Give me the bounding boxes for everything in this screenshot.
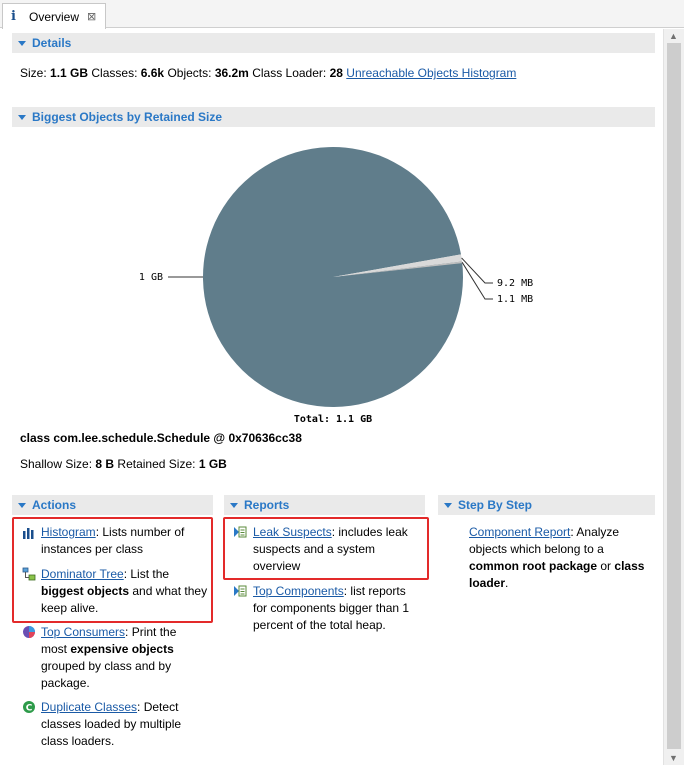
top-consumers-action: Top Consumers: Print the most expensive … <box>41 624 203 692</box>
scrollbar-thumb[interactable] <box>667 43 681 749</box>
size-value: 1.1 GB <box>50 66 88 80</box>
loader-value: 28 <box>330 66 343 80</box>
collapse-triangle-icon <box>18 115 26 120</box>
tab-bar: i Overview ⊠ <box>0 0 684 28</box>
objects-label: Objects: <box>167 66 211 80</box>
actions-header[interactable]: Actions <box>12 495 213 515</box>
vertical-scrollbar[interactable]: ▲ ▼ <box>663 29 684 765</box>
reports-title: Reports <box>244 498 289 512</box>
info-icon: i <box>11 9 23 24</box>
top-components-link[interactable]: Top Components <box>253 584 344 598</box>
shallow-label: Shallow Size: <box>20 457 92 471</box>
report-icon <box>233 584 247 598</box>
component-end: . <box>505 576 508 590</box>
classes-label: Classes: <box>91 66 137 80</box>
object-sizes: Shallow Size: 8 B Retained Size: 1 GB <box>20 457 227 471</box>
component-report-link[interactable]: Component Report <box>469 525 570 539</box>
top-components-report: Top Components: list reports for compone… <box>253 583 413 634</box>
collapse-triangle-icon <box>18 503 26 508</box>
details-title: Details <box>32 36 71 50</box>
consumers-desc-end: grouped by class and by package. <box>41 659 171 690</box>
retained-value: 1 GB <box>199 457 227 471</box>
highlight-box-leak-suspects <box>223 517 429 580</box>
loader-label: Class Loader: <box>252 66 326 80</box>
step-by-step-title: Step By Step <box>458 498 532 512</box>
pie-slice <box>203 147 463 407</box>
pie-slice-label: 9.2 MB <box>497 278 533 289</box>
details-summary: Size: 1.1 GB Classes: 6.6k Objects: 36.2… <box>20 66 516 80</box>
svg-text:C: C <box>26 704 33 714</box>
pie-total-label: Total: 1.1 GB <box>294 414 372 425</box>
collapse-triangle-icon <box>444 503 452 508</box>
biggest-objects-title: Biggest Objects by Retained Size <box>32 110 222 124</box>
pie-slice-label: 1.1 MB <box>497 294 533 305</box>
scroll-up-icon[interactable]: ▲ <box>669 31 678 41</box>
collapse-triangle-icon <box>230 503 238 508</box>
tab-overview[interactable]: i Overview ⊠ <box>2 3 106 29</box>
reports-header[interactable]: Reports <box>224 495 425 515</box>
shallow-value: 8 B <box>95 457 114 471</box>
details-header[interactable]: Details <box>12 33 655 53</box>
pie-leader-line <box>462 262 493 299</box>
tab-title: Overview <box>29 10 79 24</box>
collapse-triangle-icon <box>18 41 26 46</box>
pie-leader-line <box>462 258 493 283</box>
retained-size-pie-chart: 1 GB 9.2 MB 1.1 MB Total: 1.1 GB <box>120 137 560 427</box>
component-or: or <box>600 559 611 573</box>
component-bold-root: common root package <box>469 559 597 573</box>
highlight-box-actions <box>12 517 213 623</box>
close-icon[interactable]: ⊠ <box>87 10 96 23</box>
pie-svg: 1 GB 9.2 MB 1.1 MB Total: 1.1 GB <box>120 137 560 427</box>
retained-label: Retained Size: <box>117 457 195 471</box>
actions-title: Actions <box>32 498 76 512</box>
object-class-name: class com.lee.schedule.Schedule @ 0x7063… <box>20 431 302 445</box>
component-report-step: Component Report: Analyze objects which … <box>469 524 649 592</box>
duplicate-classes-link[interactable]: Duplicate Classes <box>41 700 137 714</box>
unreachable-histogram-link[interactable]: Unreachable Objects Histogram <box>346 66 516 80</box>
objects-value: 36.2m <box>215 66 249 80</box>
overview-content: Details Size: 1.1 GB Classes: 6.6k Objec… <box>0 29 663 765</box>
duplicate-classes-icon: C <box>22 700 36 714</box>
scroll-down-icon[interactable]: ▼ <box>669 753 678 763</box>
duplicate-classes-action: Duplicate Classes: Detect classes loaded… <box>41 699 207 750</box>
step-by-step-header[interactable]: Step By Step <box>438 495 655 515</box>
top-consumers-link[interactable]: Top Consumers <box>41 625 125 639</box>
size-label: Size: <box>20 66 47 80</box>
classes-value: 6.6k <box>141 66 164 80</box>
top-consumers-icon <box>22 625 36 639</box>
biggest-objects-header[interactable]: Biggest Objects by Retained Size <box>12 107 655 127</box>
pie-slice-label: 1 GB <box>139 272 163 283</box>
consumers-bold: expensive objects <box>70 642 173 656</box>
